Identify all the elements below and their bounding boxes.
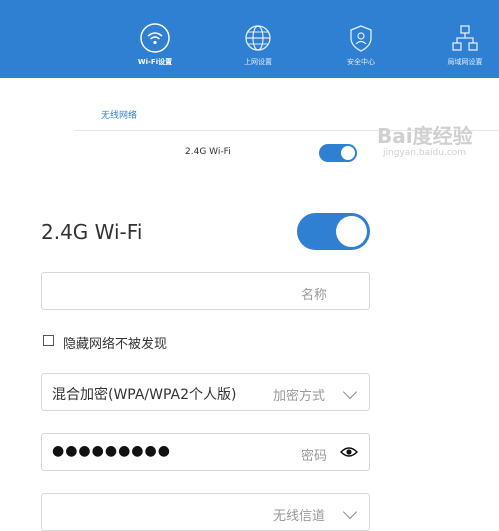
channel-hint: 无线信道 (273, 509, 326, 524)
globe-icon (245, 25, 271, 51)
chevron-down-icon (342, 504, 358, 520)
nav-tab-label: Wi-Fi设置 (137, 58, 173, 66)
wifi-band-label: 2.4G Wi-Fi (41, 220, 143, 244)
password-hint: 密码 (301, 449, 328, 464)
encryption-select[interactable]: 混合加密(WPA/WPA2个人版) 加密方式 (41, 373, 370, 411)
summary-wifi-label: 2.4G Wi-Fi (185, 147, 231, 157)
toggle-knob (341, 146, 355, 160)
network-icon (452, 25, 478, 51)
top-nav-bar: Wi-Fi设置 上网设置 安全中心 局域网设置 (0, 0, 499, 78)
nav-tab-security-center[interactable]: 安全中心 (326, 22, 396, 67)
watermark-main-text: Bai度经验 (377, 124, 473, 148)
channel-select[interactable]: 无线信道 (41, 493, 370, 531)
wifi-icon (140, 23, 170, 53)
nav-tab-label: 安全中心 (347, 58, 375, 66)
nav-tab-wifi-settings[interactable]: Wi-Fi设置 (120, 22, 190, 67)
password-masked-value: ●●●●●●●●● (52, 443, 171, 459)
eye-icon[interactable] (340, 446, 358, 458)
nav-tab-label: 上网设置 (244, 58, 272, 66)
summary-wifi-toggle[interactable] (319, 144, 357, 162)
shield-icon (350, 25, 372, 52)
password-field[interactable]: ●●●●●●●●● 密码 (41, 433, 370, 471)
toggle-knob (336, 216, 367, 247)
section-title: 无线网络 (101, 111, 138, 121)
hide-network-label: 隐藏网络不被发现 (63, 337, 168, 352)
encryption-value: 混合加密(WPA/WPA2个人版) (52, 387, 237, 403)
encryption-hint: 加密方式 (273, 389, 326, 404)
wifi-name-field[interactable]: 名称 (41, 272, 370, 310)
nav-tab-label: 局域网设置 (447, 58, 483, 66)
watermark-sub-text: jingyan.baidu.com (383, 148, 467, 158)
chevron-down-icon (342, 384, 358, 400)
nav-tab-lan-settings[interactable]: 局域网设置 (430, 22, 499, 67)
wifi-name-hint: 名称 (301, 288, 328, 303)
watermark-logo: Bai度经验 jingyan.baidu.com (377, 120, 499, 160)
wifi-band-toggle[interactable] (297, 213, 370, 250)
nav-tab-internet-settings[interactable]: 上网设置 (223, 22, 293, 67)
hide-network-checkbox[interactable] (43, 335, 54, 346)
